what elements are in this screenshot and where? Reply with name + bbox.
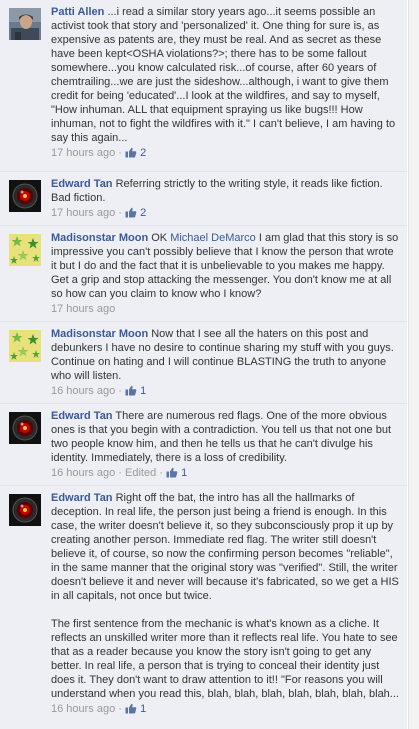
star-pattern-icon [9,234,41,266]
star-pattern-icon [9,330,41,362]
timestamp[interactable]: 17 hours ago [51,207,115,219]
meta-separator: · [118,703,122,715]
comment-author[interactable]: Edward Tan [51,410,113,422]
hal-9000-eye-icon [9,494,41,526]
scrollbar[interactable] [408,0,419,729]
comment-text-paragraph-2: The first sentence from the mechanic is … [51,618,399,700]
avatar[interactable] [9,494,41,526]
comment: Patti Allen ...i read a similar story ye… [0,0,407,172]
timestamp[interactable]: 16 hours ago [51,703,115,715]
thumbs-up-icon [125,703,137,714]
like-count: 1 [181,467,188,479]
timestamp[interactable]: 16 hours ago [51,467,115,479]
timestamp[interactable]: 17 hours ago [51,147,115,159]
comment-meta: 17 hours ago · 2 [51,206,399,220]
comment-meta: 17 hours ago [51,302,399,316]
comment-author[interactable]: Madisonstar Moon [51,328,148,340]
avatar[interactable] [9,412,41,444]
like-count: 2 [140,207,147,219]
thumbs-up-icon [125,207,137,218]
hal-9000-eye-icon [9,412,41,444]
comment-meta: 16 hours ago · 1 [51,702,399,716]
meta-separator: · [159,467,163,479]
comment: Madisonstar Moon OK Michael DeMarco I am… [0,226,407,322]
timestamp[interactable]: 17 hours ago [51,303,115,315]
avatar[interactable] [9,234,41,266]
like-count: 1 [140,385,147,397]
like-count-link[interactable]: 1 [125,385,146,397]
like-count: 1 [140,703,147,715]
timestamp[interactable]: 16 hours ago [51,385,115,397]
hal-9000-eye-icon [9,180,41,212]
comment: Madisonstar Moon Now that I see all the … [0,322,407,404]
like-count-link[interactable]: 1 [166,467,187,479]
avatar[interactable] [9,330,41,362]
comment: Edward Tan Referring strictly to the wri… [0,172,407,226]
comment-author[interactable]: Edward Tan [51,178,113,190]
comment-text-start: OK [148,232,171,244]
thumbs-up-icon [125,147,137,158]
meta-separator: · [118,467,122,479]
avatar[interactable] [9,8,41,40]
like-count-link[interactable]: 2 [125,207,146,219]
comment-thread: Patti Allen ...i read a similar story ye… [0,0,419,729]
meta-separator: · [118,385,122,397]
comment: Edward Tan Right off the bat, the intro … [0,486,407,729]
comment: Edward Tan There are numerous red flags.… [0,404,407,486]
comment-author[interactable]: Patti Allen [51,6,104,18]
comment-text: ...i read a similar story years ago...it… [51,6,396,144]
portrait-photo-icon [9,8,41,40]
mention-link[interactable]: Michael DeMarco [170,232,256,244]
comment-author[interactable]: Edward Tan [51,492,113,504]
comment-meta: 17 hours ago · 2 [51,146,399,160]
like-count-link[interactable]: 2 [125,147,146,159]
like-count: 2 [140,147,147,159]
meta-separator: · [118,147,122,159]
avatar[interactable] [9,180,41,212]
thumbs-up-icon [166,467,178,478]
like-count-link[interactable]: 1 [125,703,146,715]
meta-separator: · [118,207,122,219]
comment-meta: 16 hours ago · Edited · 1 [51,466,399,480]
thumbs-up-icon [125,385,137,396]
comment-author[interactable]: Madisonstar Moon [51,232,148,244]
edited-label[interactable]: Edited [125,467,156,479]
comment-text: Right off the bat, the intro has all the… [51,492,399,602]
comment-meta: 16 hours ago · 1 [51,384,399,398]
